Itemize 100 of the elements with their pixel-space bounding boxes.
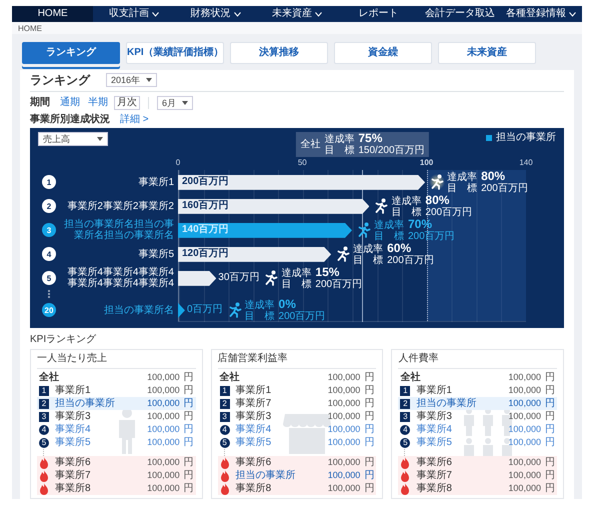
ranking-row[interactable]: 事業所8 100,000 円 — [398, 482, 557, 496]
unit-label: 円 — [363, 456, 374, 469]
nav-tab[interactable]: HOME — [12, 6, 94, 22]
period-option[interactable]: 通期 — [58, 97, 82, 110]
flame-icon — [400, 456, 410, 469]
ranking-row[interactable]: 5 事業所5 100,000 円 — [37, 436, 196, 450]
unit-label: 円 — [363, 436, 374, 449]
rank-badge: 1 — [400, 386, 410, 396]
dropdown-value: 売上高 — [43, 134, 70, 145]
rate-label: 達成率 — [353, 244, 384, 255]
tab[interactable]: KPI（業績評価指標） — [126, 42, 224, 64]
ranking-row[interactable]: 5 事業所5 100,000 円 — [398, 436, 557, 450]
unit-label: 円 — [182, 384, 194, 397]
unit-label: 円 — [363, 470, 374, 482]
ranking-row[interactable]: 1 事業所1 100,000 円 — [398, 384, 557, 398]
nav-tab[interactable]: 財務状況 — [174, 6, 256, 22]
nav-tab[interactable]: 収支計画 — [93, 6, 175, 22]
nav-tab[interactable]: 未来資産 — [256, 6, 338, 22]
unit-label: 円 — [544, 384, 555, 397]
office-name: 担当の事業所名 — [103, 304, 175, 316]
caret-icon — [146, 78, 152, 82]
office-name: 担当の事業所 — [416, 398, 478, 410]
ranking-row[interactable]: 担当の事業所 100,000 円 — [218, 469, 376, 482]
ranking-row[interactable]: 事業所8 100,000 円 — [218, 482, 376, 496]
ranking-row[interactable]: 4 事業所4 100,000 円 — [218, 423, 376, 436]
ranking-row[interactable]: 3 事業所3 100,000 円 — [37, 410, 196, 424]
ranking-row[interactable]: 3 事業所3 100,000 円 — [398, 410, 557, 424]
rate-value: 80% — [425, 192, 450, 207]
office-name: 事業所7 — [416, 470, 453, 482]
ranking-row[interactable]: 事業所8 100,000 円 — [37, 482, 196, 496]
target-label: 目 標 — [353, 254, 384, 266]
ranking-row[interactable]: 2 事業所7 100,000 円 — [218, 397, 376, 410]
section-title: KPIランキング — [30, 334, 98, 346]
office-name: 事業所5 — [137, 248, 175, 260]
target-value: 200百万円 — [315, 278, 362, 290]
company-label: 全社 — [220, 372, 241, 384]
ranking-row[interactable]: 事業所6 100,000 円 — [37, 456, 196, 470]
year-dropdown[interactable]: 2016年 — [106, 73, 158, 88]
target-label: 目 標 — [447, 182, 478, 194]
tab[interactable]: 決算推移 — [230, 42, 328, 64]
card-title: 店舗営業利益率 — [218, 353, 376, 370]
flame-icon — [400, 470, 410, 482]
ranking-row[interactable]: 1 事業所1 100,000 円 — [37, 384, 196, 398]
rate-label: 達成率 — [447, 172, 478, 183]
ranking-row[interactable]: 3 事業所3 100,000 円 — [218, 410, 376, 424]
ranking-row[interactable]: 2 担当の事業所 100,000 円 — [398, 397, 557, 410]
ranking-row[interactable]: 1 事業所1 100,000 円 — [218, 384, 376, 398]
rank-badge: 5 — [39, 438, 49, 448]
unit-label: 円 — [182, 436, 194, 449]
ranking-row[interactable]: 事業所7 100,000 円 — [398, 469, 557, 482]
progress-bar: 160百万円 — [178, 198, 370, 214]
target-label: 目 標 — [281, 278, 312, 290]
amount-value: 100,000 — [508, 372, 541, 384]
dropdown-value: 6月 — [162, 98, 176, 109]
ranking-row[interactable]: 4 事業所4 100,000 円 — [398, 423, 557, 436]
nav-tab[interactable]: 会計データ取込 — [419, 6, 501, 22]
office-name: 事業所3 — [236, 410, 272, 423]
period-option[interactable]: 月次 — [114, 96, 140, 110]
tab[interactable]: 資金繰 — [334, 42, 432, 64]
office-name: 事業所8 — [236, 482, 272, 495]
office-name: 事業所6 — [416, 456, 453, 469]
ranking-row[interactable]: 事業所7 100,000 円 — [37, 469, 196, 482]
target-value: 150/200百万円 — [358, 145, 425, 156]
ranking-row[interactable]: 事業所6 100,000 円 — [218, 456, 376, 470]
period-option[interactable]: 半期 — [86, 97, 110, 110]
unit-label: 円 — [182, 372, 194, 384]
detail-link[interactable]: 詳細 > — [118, 114, 151, 126]
rank-badge: 4 — [400, 424, 410, 435]
metric-dropdown[interactable]: 売上高 — [38, 132, 108, 146]
unit-label: 円 — [544, 372, 555, 384]
office-name: 事業所4 — [416, 424, 453, 436]
month-dropdown[interactable]: 6月 — [157, 96, 194, 110]
nav-tab[interactable]: 各種登録情報 — [500, 6, 582, 22]
ranking-row[interactable]: 事業所6 100,000 円 — [398, 456, 557, 470]
card-title: 一人当たり売上 — [37, 353, 196, 370]
target-label: 目 標 — [244, 310, 275, 322]
office-name: 事業所2事業所2事業所2 — [66, 200, 175, 212]
office-name: 事業所7 — [55, 470, 92, 482]
ranking-row[interactable]: 5 事業所5 100,000 円 — [218, 436, 376, 450]
nav-tab[interactable]: レポート — [338, 6, 420, 22]
ranking-row[interactable]: 4 事業所4 100,000 円 — [37, 423, 196, 436]
office-name: 担当の事業所 — [236, 470, 297, 482]
unit-label: 円 — [182, 482, 194, 495]
office-name: 事業所7 — [236, 398, 272, 410]
unit-label: 円 — [363, 384, 374, 397]
office-name: 事業所4 — [55, 424, 92, 436]
flame-icon — [220, 482, 230, 495]
amount-value: 100,000 — [328, 385, 360, 396]
breadcrumb-link[interactable]: HOME — [18, 24, 42, 34]
rank-badge: 2 — [39, 398, 49, 409]
tab[interactable]: 未来資産 — [438, 42, 536, 64]
office-name: 事業所1 — [236, 384, 272, 397]
amount-value: 100,000 — [328, 470, 360, 482]
rank-badge: 5 — [220, 438, 230, 448]
card-title: 人件費率 — [398, 353, 557, 370]
rank-badge: 2 — [220, 398, 230, 409]
unit-label: 円 — [544, 436, 555, 449]
section-title: ランキング — [30, 73, 90, 88]
office-name: 事業所1 — [55, 384, 92, 397]
ranking-row[interactable]: 2 担当の事業所 100,000 円 — [37, 397, 196, 410]
